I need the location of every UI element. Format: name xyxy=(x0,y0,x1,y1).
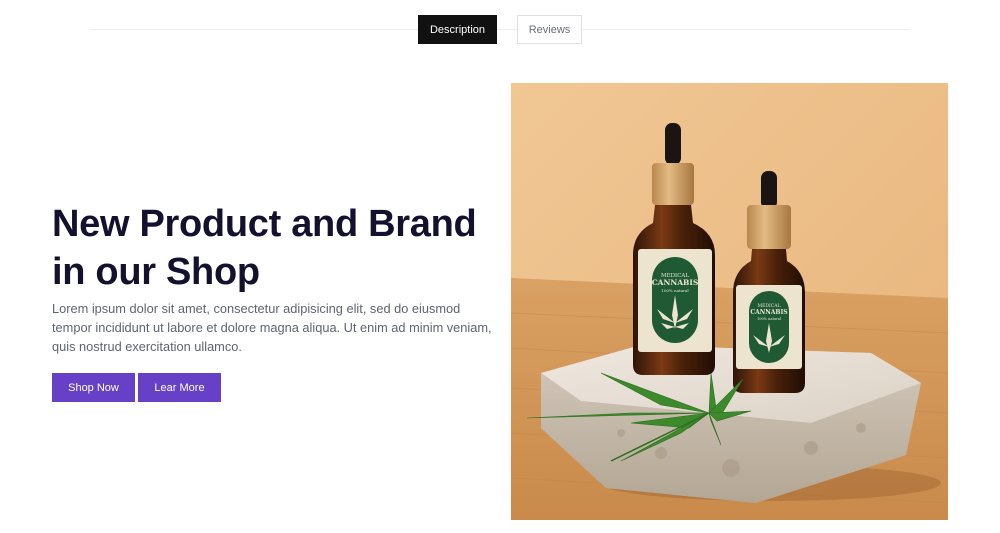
hero-title: New Product and Brand in our Shop xyxy=(52,200,502,296)
label-text-cannabis: CANNABIS xyxy=(652,278,699,287)
hero-title-line-2: in our Shop xyxy=(52,251,260,293)
tab-description[interactable]: Description xyxy=(418,15,497,44)
product-image: MEDICAL CANNABIS 100% natural MEDICAL CA… xyxy=(511,83,948,520)
hero-description: Lorem ipsum dolor sit amet, consectetur … xyxy=(52,301,492,354)
shop-now-button[interactable]: Shop Now xyxy=(52,373,135,402)
label-text-natural: 100% natural xyxy=(661,288,689,293)
hero-title-line-1: New Product and Brand xyxy=(52,203,477,245)
tabs-divider xyxy=(90,29,910,30)
svg-text:100% natural: 100% natural xyxy=(757,317,782,321)
tab-reviews[interactable]: Reviews xyxy=(517,15,582,44)
svg-text:CANNABIS: CANNABIS xyxy=(750,309,787,316)
learn-more-button[interactable]: Lear More xyxy=(138,373,221,402)
